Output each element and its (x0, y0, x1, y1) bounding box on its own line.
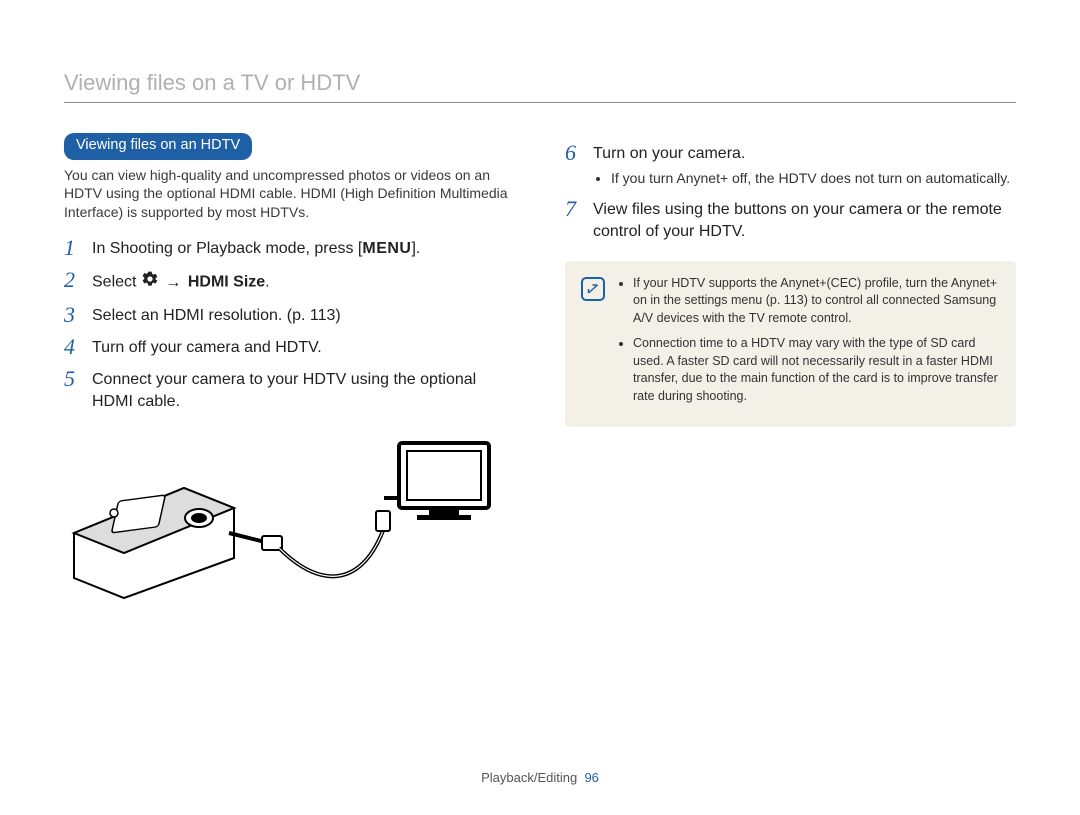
step-text-post: ]. (411, 240, 420, 257)
step-body: In Shooting or Playback mode, press [MEN… (92, 238, 515, 260)
step-body: Turn on your camera. If you turn Anynet+… (593, 143, 1016, 189)
step-body: Connect your camera to your HDTV using t… (92, 369, 515, 412)
step-number: 3 (64, 303, 92, 327)
step-body: View files using the buttons on your cam… (593, 199, 1016, 242)
footer-page-number: 96 (584, 770, 598, 785)
page-footer: Playback/Editing 96 (0, 770, 1080, 785)
step-number: 6 (565, 141, 593, 165)
arrow-icon: → (165, 272, 181, 294)
content-columns: Viewing files on an HDTV You can view hi… (64, 133, 1016, 603)
step-5: 5 Connect your camera to your HDTV using… (64, 369, 515, 412)
section-heading-pill: Viewing files on an HDTV (64, 133, 252, 160)
note-list: If your HDTV supports the Anynet+(CEC) p… (615, 275, 1000, 414)
note-box: If your HDTV supports the Anynet+(CEC) p… (565, 261, 1016, 428)
step-2: 2 Select → HDMI Size. (64, 270, 515, 295)
menu-button-label: MENU (362, 238, 411, 260)
list-item: If you turn Anynet+ off, the HDTV does n… (611, 169, 1016, 188)
step-body: Select → HDMI Size. (92, 270, 515, 295)
step-text: Select (92, 274, 141, 291)
step-4: 4 Turn off your camera and HDTV. (64, 337, 515, 359)
footer-section: Playback/Editing (481, 770, 577, 785)
connection-diagram (64, 433, 494, 603)
step-number: 2 (64, 268, 92, 292)
step-number: 1 (64, 236, 92, 260)
note-icon-wrap (581, 277, 605, 414)
hdmi-size-label: HDMI Size (188, 274, 265, 291)
right-column: 6 Turn on your camera. If you turn Anyne… (565, 133, 1016, 603)
manual-page: Viewing files on a TV or HDTV Viewing fi… (0, 0, 1080, 815)
step-6: 6 Turn on your camera. If you turn Anyne… (565, 143, 1016, 189)
step-text: In Shooting or Playback mode, press [ (92, 240, 362, 257)
intro-paragraph: You can view high-quality and uncompress… (64, 166, 515, 223)
gear-icon (141, 270, 159, 295)
step-text: Turn on your camera. (593, 145, 745, 162)
list-item: Connection time to a HDTV may vary with … (633, 335, 1000, 405)
step-body: Select an HDMI resolution. (p. 113) (92, 305, 515, 327)
step-7: 7 View files using the buttons on your c… (565, 199, 1016, 242)
step-number: 4 (64, 335, 92, 359)
step-number: 5 (64, 367, 92, 391)
step-body: Turn off your camera and HDTV. (92, 337, 515, 359)
step-number: 7 (565, 197, 593, 221)
step-1: 1 In Shooting or Playback mode, press [M… (64, 238, 515, 260)
step-3: 3 Select an HDMI resolution. (p. 113) (64, 305, 515, 327)
step-sub-bullets: If you turn Anynet+ off, the HDTV does n… (593, 169, 1016, 188)
page-header: Viewing files on a TV or HDTV (64, 70, 1016, 103)
step-text-end: . (265, 274, 269, 291)
list-item: If your HDTV supports the Anynet+(CEC) p… (633, 275, 1000, 328)
note-icon (581, 277, 605, 301)
left-column: Viewing files on an HDTV You can view hi… (64, 133, 515, 603)
